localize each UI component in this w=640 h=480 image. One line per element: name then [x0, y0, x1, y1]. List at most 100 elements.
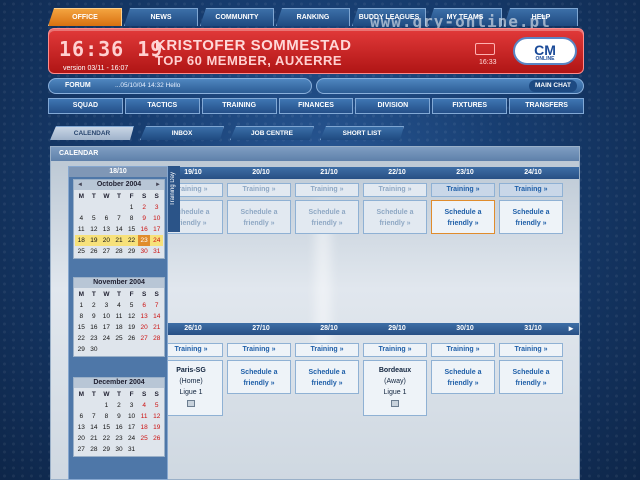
calendar-day[interactable]: 12	[150, 411, 163, 422]
nav-ranking[interactable]: RANKING	[276, 8, 350, 26]
calendar-day[interactable]: 14	[113, 224, 126, 235]
calendar-day[interactable]: 7	[113, 213, 126, 224]
calendar-day[interactable]: 26	[125, 333, 138, 344]
calendar-day[interactable]: 2	[113, 400, 126, 411]
calendar-day[interactable]: 24	[100, 333, 113, 344]
calendar-day[interactable]: 9	[113, 411, 126, 422]
calendar-day[interactable]: 23	[88, 333, 101, 344]
schedule-friendly-button[interactable]: Schedule a friendly »	[499, 360, 563, 394]
nav-squad[interactable]: SQUAD	[48, 98, 123, 114]
calendar-day[interactable]: 5	[150, 400, 163, 411]
tab-inbox[interactable]: INBOX	[140, 126, 224, 140]
calendar-day[interactable]: 1	[125, 202, 138, 213]
calendar-day[interactable]: 21	[150, 322, 163, 333]
calendar-day[interactable]: 13	[75, 422, 88, 433]
calendar-day[interactable]: 24	[150, 235, 163, 246]
calendar-day[interactable]: 14	[88, 422, 101, 433]
calendar-day[interactable]: 29	[75, 344, 88, 355]
training-button[interactable]: Training »	[227, 183, 291, 197]
training-button[interactable]: Training »	[431, 183, 495, 197]
calendar-day[interactable]: 1	[75, 300, 88, 311]
training-button[interactable]: Training »	[227, 343, 291, 357]
calendar-day[interactable]: 26	[150, 433, 163, 444]
calendar-day[interactable]: 26	[88, 246, 101, 257]
schedule-friendly-button[interactable]: Schedule a friendly »	[431, 360, 495, 394]
calendar-day[interactable]: 2	[88, 300, 101, 311]
calendar-day[interactable]: 22	[100, 433, 113, 444]
calendar-day[interactable]: 20	[138, 322, 151, 333]
calendar-day[interactable]: 11	[113, 311, 126, 322]
calendar-day[interactable]: 25	[75, 246, 88, 257]
nav-training[interactable]: TRAINING	[201, 98, 277, 114]
calendar-day[interactable]: 27	[138, 333, 151, 344]
calendar-day[interactable]: 23	[137, 235, 151, 246]
tab-job-centre[interactable]: JOB CENTRE	[230, 126, 314, 140]
calendar-day[interactable]: 20	[100, 235, 113, 246]
calendar-day[interactable]: 25	[113, 333, 126, 344]
calendar-day[interactable]: 29	[125, 246, 138, 257]
calendar-day[interactable]: 24	[125, 433, 138, 444]
calendar-day[interactable]: 30	[138, 246, 151, 257]
calendar-day[interactable]: 10	[125, 411, 138, 422]
calendar-day[interactable]: 9	[88, 311, 101, 322]
calendar-day[interactable]: 8	[100, 411, 113, 422]
calendar-day[interactable]: 25	[138, 433, 151, 444]
calendar-day[interactable]: 5	[88, 213, 101, 224]
fixture-cell[interactable]: Bordeaux (Away) Ligue 1	[363, 360, 427, 416]
nav-office[interactable]: OFFICE	[48, 8, 122, 26]
tab-calendar[interactable]: CALENDAR	[50, 126, 134, 140]
calendar-day[interactable]: 19	[125, 322, 138, 333]
calendar-day[interactable]: 22	[125, 235, 138, 246]
training-button[interactable]: Training »	[499, 343, 563, 357]
calendar-day[interactable]: 1	[100, 400, 113, 411]
mail-icon[interactable]	[475, 43, 495, 55]
schedule-friendly-button[interactable]: Schedule a friendly »	[227, 360, 291, 394]
calendar-day[interactable]: 14	[150, 311, 163, 322]
calendar-day[interactable]: 18	[138, 422, 151, 433]
calendar-day[interactable]: 18	[113, 322, 126, 333]
next-month-icon[interactable]: ►	[155, 180, 161, 190]
calendar-day[interactable]: 28	[88, 444, 101, 455]
schedule-friendly-button[interactable]: Schedule a friendly »	[431, 200, 495, 234]
nav-division[interactable]: DIVISION	[355, 98, 431, 114]
calendar-day[interactable]: 4	[138, 400, 151, 411]
schedule-friendly-button[interactable]: Schedule a friendly »	[363, 200, 427, 234]
calendar-day[interactable]: 6	[75, 411, 88, 422]
calendar-day[interactable]: 12	[125, 311, 138, 322]
nav-finances[interactable]: FINANCES	[278, 98, 354, 114]
calendar-day[interactable]: 30	[88, 344, 101, 355]
training-button[interactable]: Training »	[363, 183, 427, 197]
calendar-day[interactable]: 27	[100, 246, 113, 257]
calendar-day[interactable]: 17	[125, 422, 138, 433]
calendar-day[interactable]: 15	[100, 422, 113, 433]
calendar-day[interactable]: 7	[88, 411, 101, 422]
calendar-day[interactable]: 5	[125, 300, 138, 311]
calendar-day[interactable]: 3	[150, 202, 163, 213]
calendar-day[interactable]: 16	[113, 422, 126, 433]
training-button[interactable]: Training »	[499, 183, 563, 197]
tab-short-list[interactable]: SHORT LIST	[320, 126, 404, 140]
training-button[interactable]: Training »	[159, 343, 223, 357]
calendar-day[interactable]: 19	[87, 235, 101, 246]
calendar-day[interactable]: 28	[113, 246, 126, 257]
calendar-day[interactable]: 15	[75, 322, 88, 333]
training-button[interactable]: Training »	[363, 343, 427, 357]
calendar-day[interactable]: 28	[150, 333, 163, 344]
calendar-day[interactable]: 23	[113, 433, 126, 444]
calendar-day[interactable]: 18	[75, 235, 88, 246]
calendar-day[interactable]: 4	[75, 213, 88, 224]
schedule-friendly-button[interactable]: Schedule a friendly »	[227, 200, 291, 234]
calendar-day[interactable]: 8	[125, 213, 138, 224]
calendar-day[interactable]: 16	[138, 224, 151, 235]
calendar-day[interactable]: 3	[125, 400, 138, 411]
calendar-day[interactable]: 30	[113, 444, 126, 455]
calendar-day[interactable]: 20	[75, 433, 88, 444]
schedule-friendly-button[interactable]: Schedule a friendly »	[295, 360, 359, 394]
match-details-icon[interactable]	[187, 400, 195, 407]
calendar-day[interactable]: 11	[138, 411, 151, 422]
calendar-day[interactable]: 31	[125, 444, 138, 455]
calendar-day[interactable]: 4	[113, 300, 126, 311]
calendar-day[interactable]: 27	[75, 444, 88, 455]
calendar-day[interactable]: 10	[150, 213, 163, 224]
match-details-icon[interactable]	[391, 400, 399, 407]
